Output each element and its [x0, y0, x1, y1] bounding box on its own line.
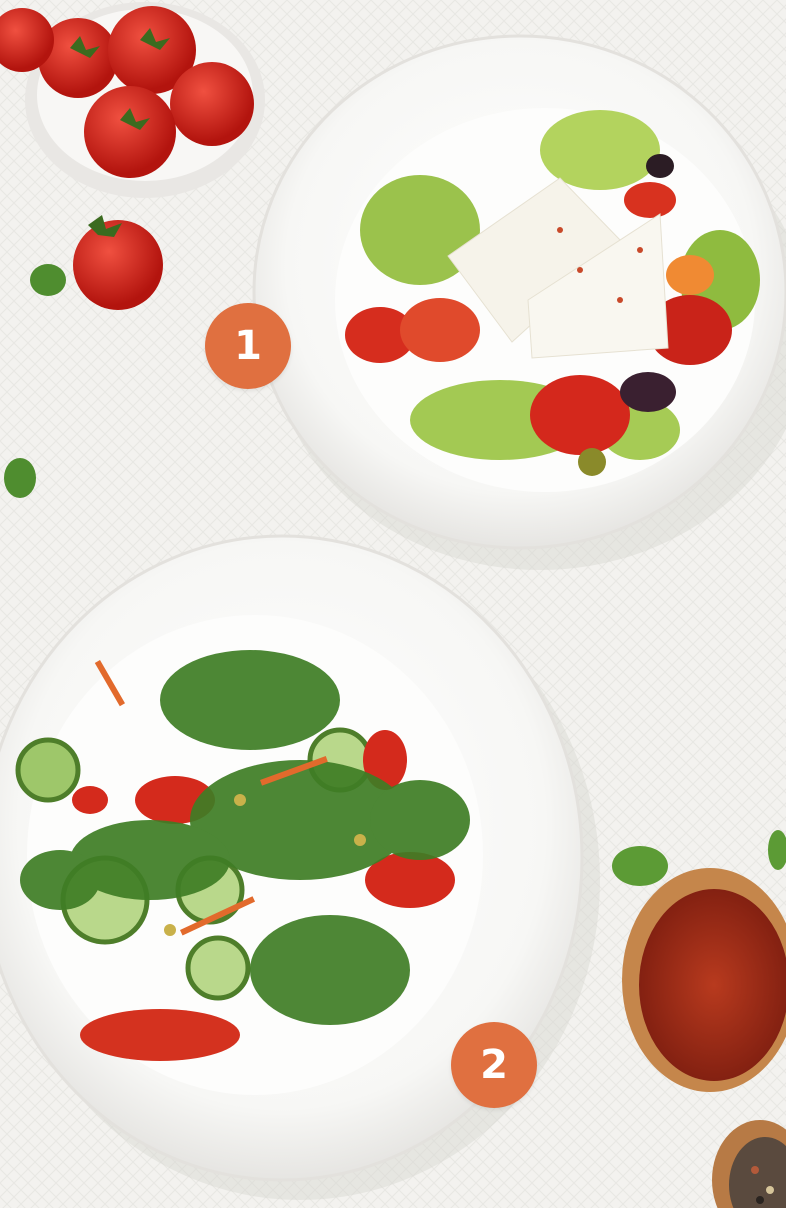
herb-leaf [4, 458, 36, 498]
food-photo [0, 0, 786, 1208]
herb-leaf [612, 846, 668, 886]
number-badge-label: 1 [234, 323, 262, 369]
number-badge-label: 2 [480, 1042, 508, 1088]
number-badge-1: 1 [205, 303, 291, 389]
greek-salad-plate [252, 34, 786, 550]
number-badge-2: 2 [451, 1022, 537, 1108]
